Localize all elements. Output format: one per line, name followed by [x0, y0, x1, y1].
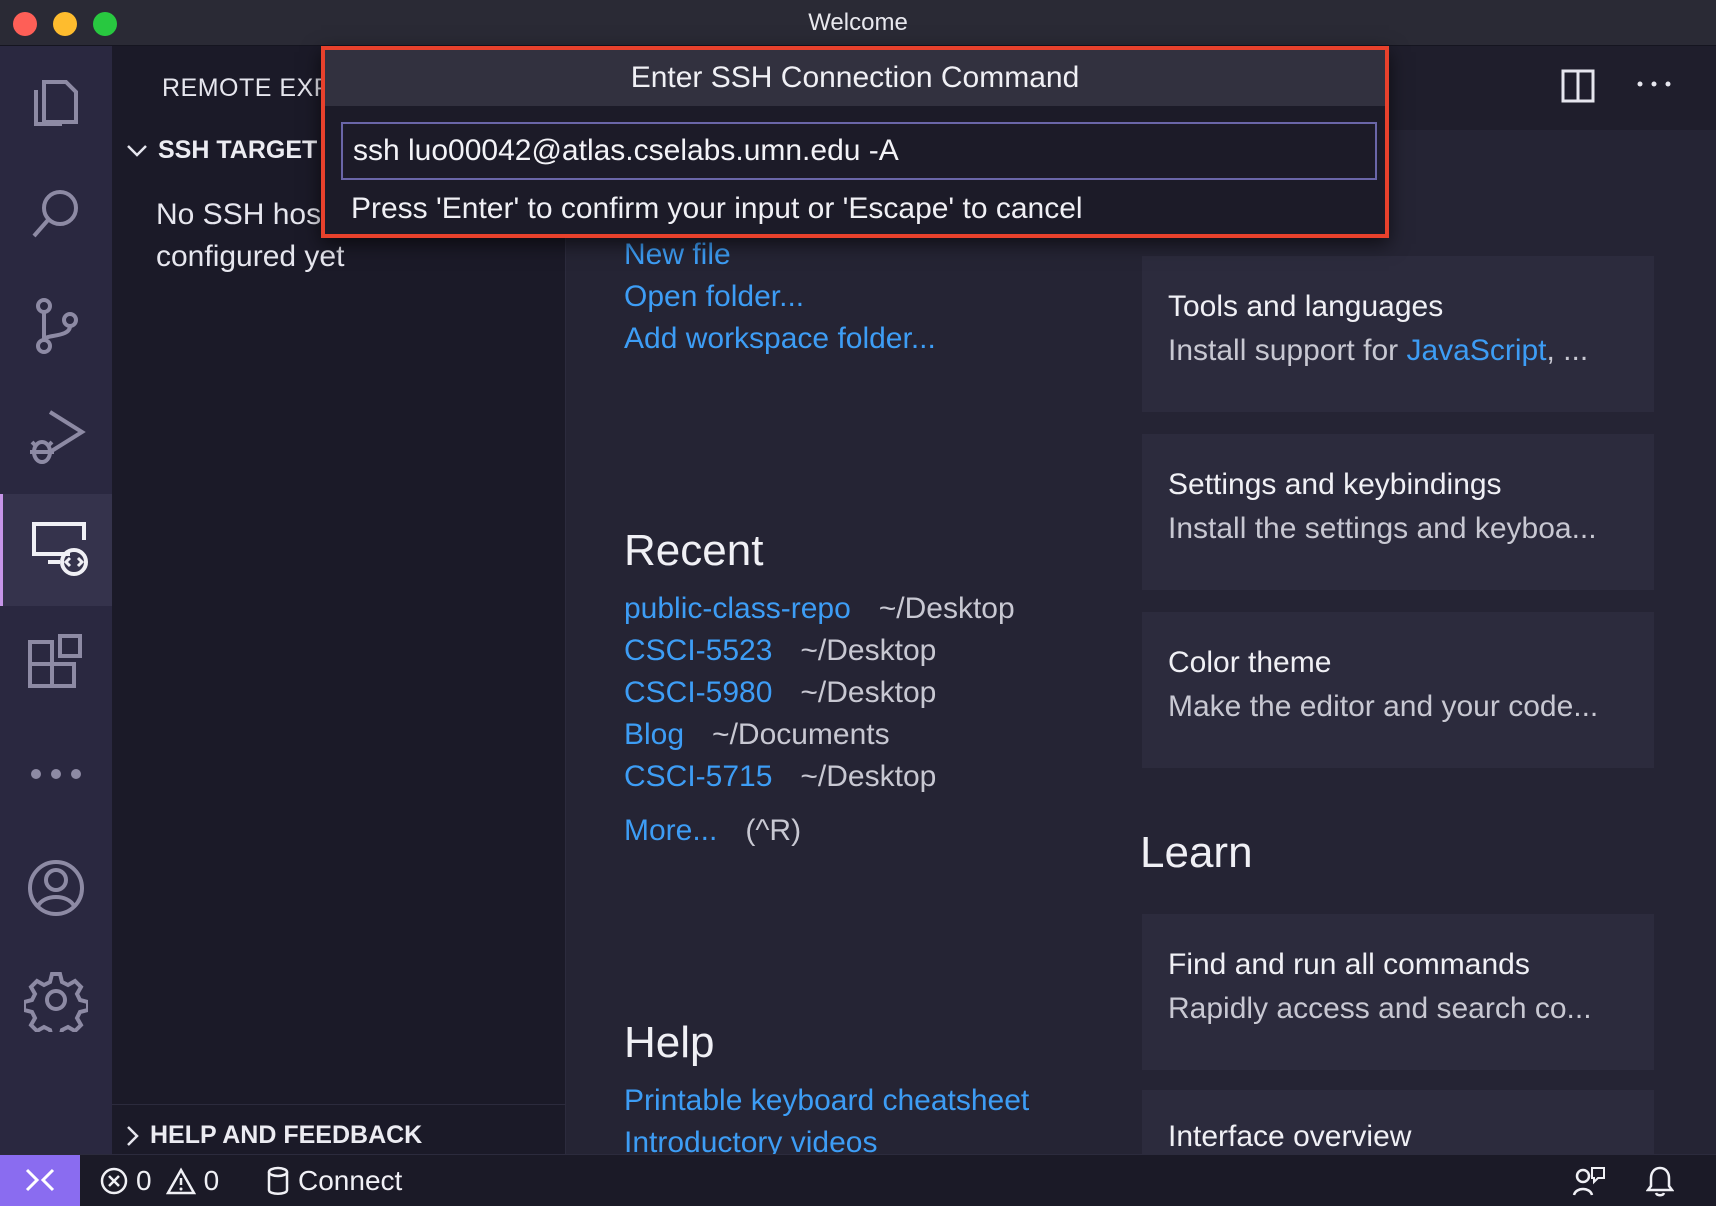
ssh-targets-section-header[interactable]: SSH TARGET	[126, 136, 317, 165]
help-feedback-section[interactable]: HELP AND FEEDBACK	[112, 1104, 566, 1154]
recent-item[interactable]: public-class-repo ~/Desktop	[624, 592, 1015, 626]
quick-input-title: Enter SSH Connection Command	[325, 50, 1385, 106]
recent-item[interactable]: CSCI-5980 ~/Desktop	[624, 676, 936, 710]
activity-remote-explorer[interactable]	[0, 494, 112, 606]
recent-heading: Recent	[624, 526, 764, 575]
gear-icon	[24, 972, 88, 1032]
activity-explorer[interactable]	[0, 46, 112, 158]
card-title: Tools and languages	[1168, 290, 1444, 323]
search-icon	[32, 190, 78, 238]
activity-accounts[interactable]	[0, 832, 112, 944]
more-actions-icon[interactable]	[1634, 78, 1674, 90]
more-recent-link[interactable]: More...	[624, 814, 717, 847]
card-title: Find and run all commands	[1168, 948, 1530, 981]
run-debug-icon	[30, 410, 86, 464]
ssh-command-input[interactable]	[341, 122, 1377, 180]
files-icon	[34, 80, 78, 126]
activity-search[interactable]	[0, 158, 112, 270]
source-control-icon	[36, 298, 78, 354]
recent-item-name[interactable]: public-class-repo	[624, 592, 851, 625]
help-heading: Help	[624, 1018, 715, 1067]
remote-explorer-icon	[31, 522, 88, 576]
activity-source-control[interactable]	[0, 270, 112, 382]
recent-item-path: ~/Desktop	[878, 592, 1015, 625]
learn-card-interface-overview[interactable]: Interface overview	[1142, 1090, 1654, 1154]
window-title: Welcome	[808, 9, 908, 36]
welcome-page: New file Open folder... Add workspace fo…	[566, 130, 1716, 1159]
open-folder-link[interactable]: Open folder...	[624, 280, 804, 314]
split-editor-icon[interactable]	[1560, 68, 1596, 104]
recent-item-name[interactable]: CSCI-5523	[624, 634, 772, 667]
warning-count: 0	[203, 1165, 220, 1196]
activity-run-debug[interactable]	[0, 382, 112, 494]
feedback-button[interactable]	[1572, 1155, 1606, 1206]
learn-card-find-commands[interactable]: Find and run all commands Rapidly access…	[1142, 914, 1654, 1070]
chevron-right-icon	[127, 1125, 139, 1146]
notifications-button[interactable]	[1646, 1155, 1674, 1206]
activity-bar	[0, 46, 112, 1154]
connect-label: Connect	[298, 1165, 403, 1196]
chevron-down-icon	[127, 144, 147, 157]
ellipsis-icon	[31, 769, 81, 779]
card-description: Rapidly access and search co...	[1168, 992, 1592, 1025]
card-description: Install support for JavaScript, ...	[1168, 334, 1589, 367]
connect-button[interactable]: Connect	[266, 1155, 402, 1206]
customize-card-tools-languages[interactable]: Tools and languages Install support for …	[1142, 256, 1654, 412]
status-bar: 0 0 Connect	[0, 1154, 1716, 1206]
sidebar-title: REMOTE EXP	[162, 74, 331, 102]
new-file-link[interactable]: New file	[624, 238, 731, 272]
learn-heading: Learn	[1140, 828, 1253, 877]
activity-manage[interactable]	[0, 944, 112, 1056]
recent-item[interactable]: CSCI-5715 ~/Desktop	[624, 760, 936, 794]
remote-icon	[25, 1168, 55, 1192]
recent-item-path: ~/Desktop	[800, 676, 937, 709]
activity-more[interactable]	[0, 718, 112, 830]
card-title: Color theme	[1168, 646, 1332, 679]
ssh-command-quick-input: Enter SSH Connection Command Press 'Ente…	[321, 46, 1389, 238]
more-recent-shortcut: (^R)	[745, 814, 802, 847]
recent-item-name[interactable]: Blog	[624, 718, 684, 751]
quick-input-hint: Press 'Enter' to confirm your input or '…	[351, 192, 1083, 225]
remote-indicator-button[interactable]	[0, 1155, 80, 1206]
more-recent-row: More... (^R)	[624, 814, 801, 848]
account-icon	[28, 860, 84, 916]
problems-indicator[interactable]: 0 0	[100, 1155, 219, 1206]
keyboard-cheatsheet-link[interactable]: Printable keyboard cheatsheet	[624, 1084, 1029, 1118]
feedback-icon	[1572, 1167, 1605, 1196]
warning-icon	[165, 1167, 196, 1195]
recent-item-name[interactable]: CSCI-5715	[624, 760, 772, 793]
title-bar: Welcome	[0, 0, 1716, 46]
customize-card-settings-keybindings[interactable]: Settings and keybindings Install the set…	[1142, 434, 1654, 590]
ssh-targets-label: SSH TARGET	[158, 136, 318, 164]
recent-item[interactable]: Blog ~/Documents	[624, 718, 890, 752]
recent-item[interactable]: CSCI-5523 ~/Desktop	[624, 634, 936, 668]
card-title: Settings and keybindings	[1168, 468, 1502, 501]
recent-item-path: ~/Desktop	[800, 634, 937, 667]
bell-icon	[1646, 1166, 1674, 1197]
card-description: Install the settings and keyboa...	[1168, 512, 1597, 545]
help-feedback-label: HELP AND FEEDBACK	[150, 1121, 423, 1149]
recent-item-path: ~/Documents	[712, 718, 890, 751]
database-icon	[267, 1166, 289, 1195]
customize-card-color-theme[interactable]: Color theme Make the editor and your cod…	[1142, 612, 1654, 768]
javascript-link[interactable]: JavaScript	[1406, 334, 1546, 367]
error-icon	[100, 1167, 128, 1195]
add-workspace-folder-link[interactable]: Add workspace folder...	[624, 322, 936, 356]
activity-extensions[interactable]	[0, 606, 112, 718]
card-title: Interface overview	[1168, 1120, 1412, 1153]
recent-item-path: ~/Desktop	[800, 760, 937, 793]
card-description: Make the editor and your code...	[1168, 690, 1599, 723]
recent-item-name[interactable]: CSCI-5980	[624, 676, 772, 709]
extensions-icon	[28, 634, 82, 688]
error-count: 0	[136, 1165, 152, 1196]
